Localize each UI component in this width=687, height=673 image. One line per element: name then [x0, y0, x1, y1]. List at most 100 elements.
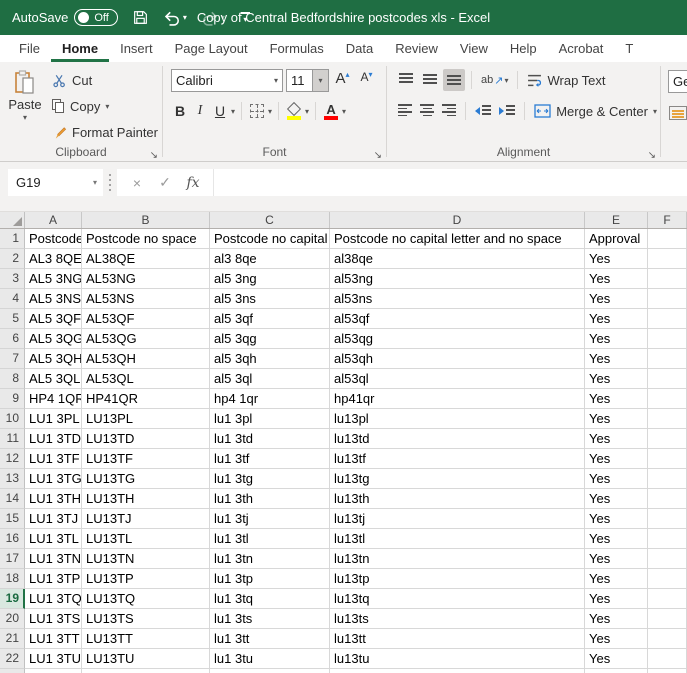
alignment-dialog-launcher-icon[interactable]: ↘ [648, 150, 656, 161]
cell-F11[interactable] [648, 429, 687, 449]
cell-E16[interactable]: Yes [585, 529, 648, 549]
font-size-input[interactable]: 11 [286, 69, 313, 92]
column-header-B[interactable]: B [82, 212, 210, 228]
cell-F5[interactable] [648, 309, 687, 329]
accounting-format-icon[interactable] [669, 106, 687, 120]
cell-A23[interactable] [25, 669, 82, 673]
cell-A19[interactable]: LU1 3TQ [25, 589, 82, 609]
cell-F10[interactable] [648, 409, 687, 429]
cell-D11[interactable]: lu13td [330, 429, 585, 449]
cell-B8[interactable]: AL53QL [82, 369, 210, 389]
cell-D2[interactable]: al38qe [330, 249, 585, 269]
cell-D5[interactable]: al53qf [330, 309, 585, 329]
cell-F18[interactable] [648, 569, 687, 589]
cell-A17[interactable]: LU1 3TN [25, 549, 82, 569]
cell-B10[interactable]: LU13PL [82, 409, 210, 429]
borders-button[interactable] [248, 100, 266, 122]
cell-E4[interactable]: Yes [585, 289, 648, 309]
row-header-8[interactable]: 8 [0, 369, 25, 389]
cell-C22[interactable]: lu1 3tu [210, 649, 330, 669]
cell-C3[interactable]: al5 3ng [210, 269, 330, 289]
wrap-text-button[interactable]: Wrap Text [524, 73, 608, 88]
cell-F7[interactable] [648, 349, 687, 369]
row-header-16[interactable]: 16 [0, 529, 25, 549]
number-format-select[interactable]: General [668, 70, 687, 93]
cell-D20[interactable]: lu13ts [330, 609, 585, 629]
cell-D12[interactable]: lu13tf [330, 449, 585, 469]
cell-B3[interactable]: AL53NG [82, 269, 210, 289]
cell-E13[interactable]: Yes [585, 469, 648, 489]
cell-A11[interactable]: LU1 3TD [25, 429, 82, 449]
cell-A13[interactable]: LU1 3TG [25, 469, 82, 489]
cell-B18[interactable]: LU13TP [82, 569, 210, 589]
cell-D21[interactable]: lu13tt [330, 629, 585, 649]
cell-C21[interactable]: lu1 3tt [210, 629, 330, 649]
cell-B7[interactable]: AL53QH [82, 349, 210, 369]
customize-quick-access-toolbar-button[interactable]: ▾ [240, 11, 250, 24]
format-painter-button[interactable]: Format Painter [48, 119, 162, 145]
insert-function-button[interactable]: fx [179, 175, 207, 191]
cell-E8[interactable]: Yes [585, 369, 648, 389]
redo-button[interactable]: ▾ [201, 10, 225, 26]
bottom-align-button[interactable] [443, 69, 465, 91]
fill-color-button[interactable] [285, 100, 303, 122]
row-header-14[interactable]: 14 [0, 489, 25, 509]
cell-E3[interactable]: Yes [585, 269, 648, 289]
cell-B11[interactable]: LU13TD [82, 429, 210, 449]
cell-E15[interactable]: Yes [585, 509, 648, 529]
decrease-indent-button[interactable] [472, 100, 494, 122]
cell-C17[interactable]: lu1 3tn [210, 549, 330, 569]
cell-D10[interactable]: lu13pl [330, 409, 585, 429]
cell-F3[interactable] [648, 269, 687, 289]
cell-B5[interactable]: AL53QF [82, 309, 210, 329]
cell-B22[interactable]: LU13TU [82, 649, 210, 669]
row-header-7[interactable]: 7 [0, 349, 25, 369]
cell-F21[interactable] [648, 629, 687, 649]
increase-font-size-button[interactable]: A ▴ [332, 70, 353, 92]
cell-F22[interactable] [648, 649, 687, 669]
cell-A22[interactable]: LU1 3TU [25, 649, 82, 669]
cell-C12[interactable]: lu1 3tf [210, 449, 330, 469]
cell-F12[interactable] [648, 449, 687, 469]
decrease-font-size-button[interactable]: A ▾ [356, 70, 377, 92]
cell-A5[interactable]: AL5 3QF [25, 309, 82, 329]
row-header-9[interactable]: 9 [0, 389, 25, 409]
bold-button[interactable]: B [171, 100, 189, 122]
cell-D16[interactable]: lu13tl [330, 529, 585, 549]
cell-C13[interactable]: lu1 3tg [210, 469, 330, 489]
cell-B21[interactable]: LU13TT [82, 629, 210, 649]
cell-B1[interactable]: Postcode no space [82, 229, 210, 249]
font-size-dropdown-button[interactable]: ▾ [313, 69, 329, 92]
cell-A1[interactable]: Postcode [25, 229, 82, 249]
save-button[interactable] [132, 9, 149, 26]
tab-t[interactable]: T [614, 35, 644, 62]
cell-B20[interactable]: LU13TS [82, 609, 210, 629]
cell-D13[interactable]: lu13tg [330, 469, 585, 489]
cell-B12[interactable]: LU13TF [82, 449, 210, 469]
row-header-3[interactable]: 3 [0, 269, 25, 289]
cell-A10[interactable]: LU1 3PL [25, 409, 82, 429]
cell-C8[interactable]: al5 3ql [210, 369, 330, 389]
row-header-5[interactable]: 5 [0, 309, 25, 329]
cell-D17[interactable]: lu13tn [330, 549, 585, 569]
select-all-button[interactable] [0, 212, 25, 228]
cell-F8[interactable] [648, 369, 687, 389]
cell-D7[interactable]: al53qh [330, 349, 585, 369]
row-header-15[interactable]: 15 [0, 509, 25, 529]
cell-D23[interactable] [330, 669, 585, 673]
cell-A20[interactable]: LU1 3TS [25, 609, 82, 629]
autosave-toggle[interactable]: AutoSave Off [12, 9, 118, 26]
copy-button[interactable]: Copy ▾ [48, 93, 162, 119]
cell-E11[interactable]: Yes [585, 429, 648, 449]
cell-C6[interactable]: al5 3qg [210, 329, 330, 349]
cell-B15[interactable]: LU13TJ [82, 509, 210, 529]
cell-B6[interactable]: AL53QG [82, 329, 210, 349]
top-align-button[interactable] [395, 69, 417, 91]
undo-button[interactable]: ▾ [163, 10, 187, 26]
cell-D8[interactable]: al53ql [330, 369, 585, 389]
cell-F14[interactable] [648, 489, 687, 509]
middle-align-button[interactable] [419, 69, 441, 91]
cell-E10[interactable]: Yes [585, 409, 648, 429]
cell-E14[interactable]: Yes [585, 489, 648, 509]
align-center-button[interactable] [417, 100, 437, 122]
